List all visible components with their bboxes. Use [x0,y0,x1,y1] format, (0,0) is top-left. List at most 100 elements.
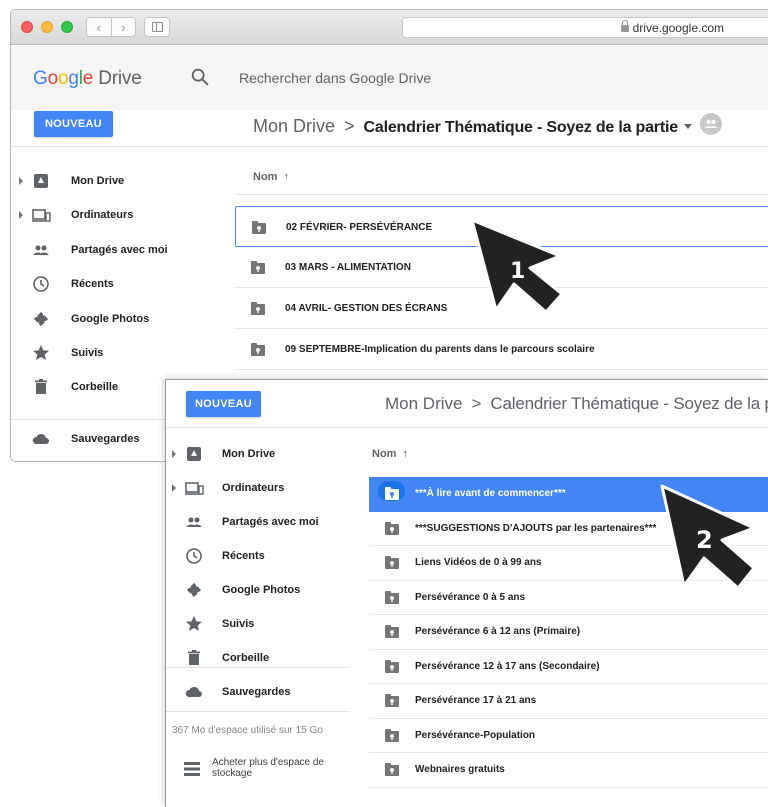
buy-storage-line-2: stockage [212,768,253,779]
breadcrumb-root[interactable]: Mon Drive [253,116,335,136]
file-name: Liens Vidéos de 0 à 99 ans [415,557,542,568]
file-name: 02 FÉVRIER- PERSÉVÉRANCE [286,222,433,233]
photos-icon [187,583,201,597]
file-name: Persévérance-Population [415,729,536,741]
logo-letter: e [82,68,94,89]
new-button[interactable]: NOUVEAU [34,111,113,137]
search-input[interactable]: Rechercher dans Google Drive [239,70,431,86]
sidebar-item-partag-s-avec-moi[interactable]: Partagés avec moi [19,236,169,264]
sidebar-item-partag-s-avec-moi[interactable]: Partagés avec moi [172,508,350,536]
name-column-header[interactable]: Nom ↑ [372,448,408,460]
step-number-2: 2 [696,526,713,554]
photos-icon [34,312,48,326]
sidebar-item-ordinateurs[interactable]: Ordinateurs [19,201,169,229]
logo-letter: o [47,68,59,89]
file-row[interactable]: Persévérance 12 à 17 ans (Secondaire) [369,650,768,684]
folder-menu-caret-icon[interactable] [683,123,692,129]
sidebar-item-label: Partagés avec moi [222,516,319,528]
sidebar-item-label: Suivis [71,347,104,359]
file-name: Persévérance 12 à 17 ans (Secondaire) [415,660,600,672]
back-button[interactable]: ‹ [87,18,112,36]
file-name: 03 MARS - ALIMENTATION [285,262,411,273]
sidebar-item-sauvegardes[interactable]: Sauvegardes [172,678,350,706]
new-button[interactable]: NOUVEAU [186,391,261,417]
sidebar-item-label: Récents [222,550,265,562]
shared-folder-icon [251,343,265,356]
sidebar-toggle-button[interactable] [144,17,170,37]
zoom-window-button[interactable] [61,21,73,33]
expand-arrow-icon[interactable] [172,450,176,458]
sidebar-item-google-photos[interactable]: Google Photos [19,305,169,333]
logo-letter: o [57,68,69,89]
computer-icon [185,482,204,495]
shared-folder-icon [252,221,266,234]
sidebar-item-sauvegardes[interactable]: Sauvegardes [19,425,169,453]
expand-arrow-icon[interactable] [172,484,176,492]
history-nav: ‹ › [86,17,136,37]
name-column-header[interactable]: Nom ↑ [253,171,289,183]
file-row[interactable]: Persévérance-Population [369,719,768,753]
sidebar-item-google-photos[interactable]: Google Photos [172,576,350,604]
file-row[interactable]: Persévérance 17 à 21 ans [369,684,768,719]
cursor-arrow-2-icon: 2 [660,484,756,590]
header-divider [166,427,768,428]
sort-ascending-icon[interactable]: ↑ [402,448,408,460]
sidebar-item-r-cents[interactable]: Récents [19,270,169,298]
breadcrumb-current-folder[interactable]: Calendrier Thématique - Soyez de la part… [490,394,768,413]
minimize-window-button[interactable] [41,21,53,33]
expand-arrow-icon[interactable] [19,177,23,185]
shared-folder-icon [385,590,399,604]
logo-drive-text: Drive [98,68,142,89]
buy-storage-link[interactable]: Acheter plus d'espace de stockage [172,756,342,786]
close-window-button[interactable] [21,21,33,33]
shared-folder-icon [385,763,399,776]
sort-ascending-icon[interactable]: ↑ [283,171,289,183]
computer-icon [32,209,51,222]
google-drive-logo[interactable]: Google Drive [33,68,142,90]
sidebar-item-mon-drive[interactable]: Mon Drive [172,440,350,468]
sidebar-item-suivis[interactable]: Suivis [172,610,350,638]
sidebar-item-label: Suivis [222,618,255,630]
header-divider [11,146,768,147]
file-name: Persévérance 6 à 12 ans (Primaire) [415,626,581,637]
browser-titlebar: ‹ › drive.google.com [11,10,768,45]
trash-icon [35,379,47,394]
sidebar-item-label: Sauvegardes [71,433,140,445]
sidebar-item-r-cents[interactable]: Récents [172,542,350,570]
file-row[interactable]: Persévérance 6 à 12 ans (Primaire) [369,615,768,650]
shared-folder-icon [385,521,399,535]
star-icon [186,616,202,631]
cursor-arrow-1-icon: 1 [470,218,564,314]
forward-button[interactable]: › [112,18,136,36]
shared-folder-icon [385,694,399,707]
file-row[interactable]: 09 SEPTEMBRE-Implication du parents dans… [235,329,768,370]
drive-icon [34,174,48,188]
file-row[interactable]: Webnaires gratuits [369,753,768,788]
sidebar-item-label: Corbeille [71,381,119,393]
expand-arrow-icon[interactable] [19,211,23,219]
storage-icon [184,762,200,776]
people-icon [33,245,49,255]
shared-folder-icon [385,659,399,673]
cloud-icon [32,433,49,444]
sidebar-divider [166,667,349,668]
cloud-icon [185,686,202,697]
sidebar-item-ordinateurs[interactable]: Ordinateurs [172,474,350,502]
sidebar-item-mon-drive[interactable]: Mon Drive [19,167,169,195]
sidebar-divider-2 [166,711,349,712]
search-icon[interactable] [189,66,211,88]
file-name: 04 AVRIL- GESTION DES ÉCRANS [285,303,448,314]
sidebar-item-suivis[interactable]: Suivis [19,339,169,367]
lock-icon [620,20,629,32]
breadcrumb: Mon Drive > Calendrier Thématique - Soyez … [385,394,768,414]
drive-icon [187,447,201,461]
breadcrumb-root[interactable]: Mon Drive [385,394,462,413]
breadcrumb-separator: > [344,116,355,136]
star-icon [33,345,49,360]
sidebar-item-label: Récents [71,278,114,290]
breadcrumb-current-folder[interactable]: Calendrier Thématique - Soyez de la part… [364,119,679,136]
address-bar[interactable]: drive.google.com [402,17,768,38]
shared-folder-icon [385,728,399,742]
shared-folder-icon [385,487,399,500]
sidebar-item-corbeille[interactable]: Corbeille [19,373,169,401]
